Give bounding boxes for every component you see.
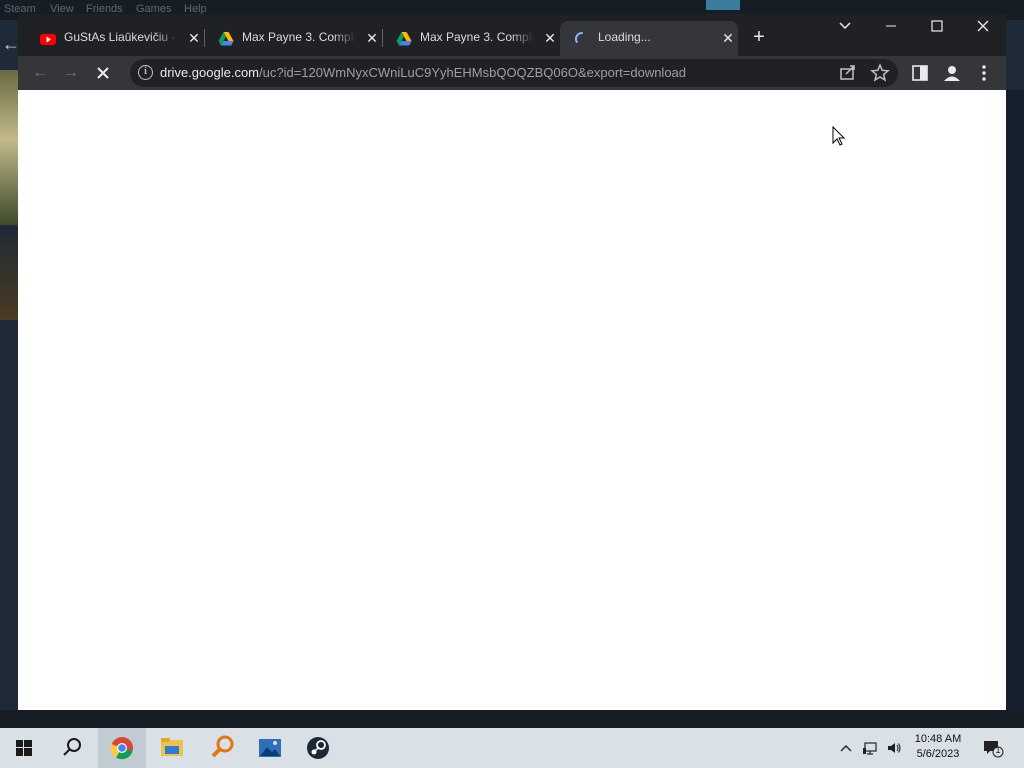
url-text[interactable]: drive.google.com/uc?id=120WmNyxCWniLuC9Y… [160, 65, 686, 80]
maximize-icon[interactable] [914, 18, 960, 34]
tab-loading[interactable]: Loading... ✕ [560, 21, 738, 56]
steam-game-art [0, 70, 18, 225]
close-window-icon[interactable] [960, 18, 1006, 34]
notification-count: 1 [995, 745, 1001, 755]
volume-icon[interactable] [886, 740, 902, 756]
action-center-icon[interactable]: 1 [982, 738, 1004, 758]
steam-game-art-secondary [0, 230, 18, 320]
bookmark-star-icon[interactable] [868, 61, 892, 85]
tab-google-drive-1[interactable]: Max Payne 3. Complete ✕ [204, 21, 382, 56]
loading-spinner-icon [575, 32, 583, 43]
tab-search-chevron-down-icon[interactable] [822, 18, 868, 34]
mouse-cursor-icon [832, 126, 846, 146]
file-explorer-icon[interactable] [148, 728, 196, 768]
steam-icon[interactable] [294, 728, 342, 768]
tab-title: Max Payne 3. Complete [420, 30, 534, 44]
chrome-window: GuStAs Liaūkevičiu - YouTube ✕ Max Payne… [18, 14, 1006, 710]
back-arrow-icon[interactable]: ← [28, 61, 52, 85]
chevron-up-icon[interactable] [838, 740, 854, 756]
chrome-icon[interactable] [98, 728, 146, 768]
new-tab-button[interactable]: + [748, 27, 770, 49]
system-clock[interactable]: 10:48 AM 5/6/2023 [906, 732, 970, 762]
stop-loading-icon[interactable] [91, 61, 115, 85]
tab-close-icon[interactable]: ✕ [542, 30, 558, 46]
tab-title: GuStAs Liaūkevičiu - YouTube [64, 30, 178, 44]
tab-title: Loading... [598, 30, 651, 44]
tab-google-drive-2[interactable]: Max Payne 3. Complete ✕ [382, 21, 560, 56]
tab-close-icon[interactable]: ✕ [364, 30, 380, 46]
start-icon[interactable] [0, 728, 48, 768]
tab-close-icon[interactable]: ✕ [720, 30, 736, 46]
steam-header-badge [706, 0, 740, 10]
clock-time: 10:48 AM [914, 733, 962, 745]
page-content-blank [18, 90, 1006, 710]
youtube-icon [40, 34, 56, 45]
tab-youtube[interactable]: GuStAs Liaūkevičiu - YouTube ✕ [26, 21, 204, 56]
tab-strip: GuStAs Liaūkevičiu - YouTube ✕ Max Payne… [18, 14, 1006, 56]
windows-taskbar: 10:48 AM 5/6/2023 1 [0, 728, 1024, 768]
google-drive-icon [218, 32, 234, 46]
side-panel-icon[interactable] [908, 61, 932, 85]
steam-right-panel [1006, 90, 1024, 710]
profile-icon[interactable] [940, 61, 964, 85]
kebab-menu-icon[interactable] [972, 61, 996, 85]
forward-arrow-icon[interactable]: → [59, 61, 83, 85]
network-icon[interactable] [862, 740, 878, 756]
address-bar[interactable]: i drive.google.com/uc?id=120WmNyxCWniLuC… [130, 59, 898, 87]
tab-close-icon[interactable]: ✕ [186, 30, 202, 46]
clock-date: 5/6/2023 [916, 748, 960, 760]
google-drive-icon [396, 32, 412, 46]
site-info-icon[interactable]: i [138, 65, 153, 80]
url-path: /uc?id=120WmNyxCWniLuC9YyhEHMsbQOQZBQ06O… [259, 65, 687, 80]
url-domain: drive.google.com [160, 65, 259, 80]
browser-toolbar: ← → i drive.google.com/uc?id=120WmNyxCWn… [18, 56, 1006, 90]
tab-title: Max Payne 3. Complete [242, 30, 356, 44]
steam-bottom-bar [0, 710, 1024, 728]
search-everything-icon[interactable] [198, 728, 246, 768]
photos-icon[interactable] [246, 728, 294, 768]
share-icon[interactable] [836, 61, 860, 85]
minimize-icon[interactable] [868, 18, 914, 34]
search-icon[interactable] [48, 728, 96, 768]
